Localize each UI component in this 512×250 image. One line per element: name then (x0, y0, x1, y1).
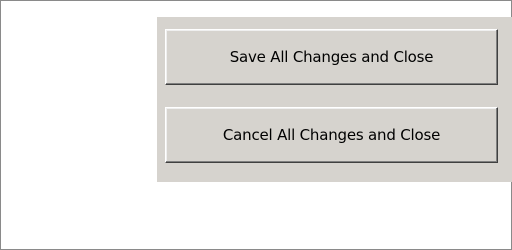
cancel-all-changes-and-close-button[interactable]: Cancel All Changes and Close (165, 107, 498, 163)
save-all-changes-and-close-button[interactable]: Save All Changes and Close (165, 29, 498, 85)
button-panel: Save All Changes and Close Cancel All Ch… (157, 17, 512, 182)
dialog-window: Save All Changes and Close Cancel All Ch… (0, 0, 512, 250)
